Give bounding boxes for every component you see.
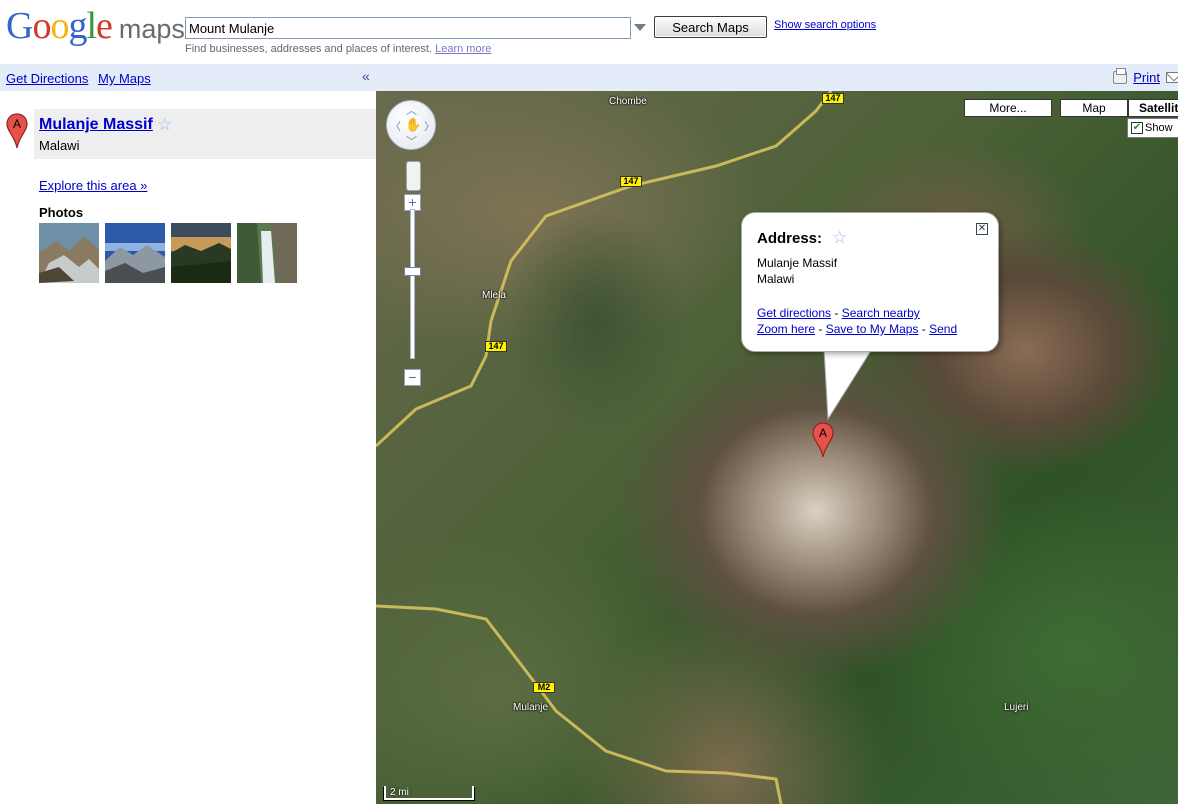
satellite-map[interactable]: Chombe Mlela Mulanje Lujeri 147 147 147 … <box>376 91 1178 804</box>
road-shield-147: 147 <box>620 176 642 187</box>
road-shield-m2: M2 <box>533 682 555 693</box>
infowindow-links-row: Zoom here - Save to My Maps - Send <box>757 322 957 336</box>
place-label-lujeri: Lujeri <box>1004 702 1029 713</box>
infowindow-links-row: Get directions - Search nearby <box>757 306 920 320</box>
toolbar-actions: Print <box>1113 68 1178 85</box>
place-label-chombe: Chombe <box>609 96 647 107</box>
logo-letter: l <box>86 5 97 47</box>
search-history-dropdown-icon[interactable] <box>634 24 646 31</box>
search-nearby-link[interactable]: Search nearby <box>842 306 920 320</box>
road-shield-147: 147 <box>822 93 844 104</box>
road-overlay <box>376 91 833 804</box>
hand-icon[interactable]: ✋ <box>405 117 421 133</box>
logo-letter: G <box>6 5 33 47</box>
photo-thumbnail-1[interactable] <box>39 223 99 283</box>
photos-heading: Photos <box>39 205 84 220</box>
print-icon[interactable] <box>1113 68 1128 84</box>
pan-left-icon[interactable]: 〈 <box>390 118 401 134</box>
place-label-mlela: Mlela <box>482 290 506 301</box>
photo-thumbnail-3[interactable] <box>171 223 231 283</box>
zoom-out-button[interactable]: − <box>404 369 421 386</box>
toolbar-links: Get Directions My Maps <box>6 71 157 86</box>
result-item[interactable]: Mulanje Massif ☆ Malawi <box>34 109 376 159</box>
header: Google maps Search Maps Show search opti… <box>0 0 1178 64</box>
zoom-here-link[interactable]: Zoom here <box>757 322 815 336</box>
logo-letter: o <box>32 5 51 47</box>
map-type-satellite-button[interactable]: Satellit <box>1128 99 1178 117</box>
zoom-slider-handle[interactable] <box>404 267 421 276</box>
separator: - <box>834 306 839 320</box>
zoom-control: + − <box>402 161 422 391</box>
star-icon[interactable]: ☆ <box>832 228 847 248</box>
photo-thumbnail-2[interactable] <box>105 223 165 283</box>
result-title-link[interactable]: Mulanje Massif <box>39 116 153 134</box>
print-link[interactable]: Print <box>1133 70 1160 85</box>
show-labels-checkbox[interactable]: ✔ Show <box>1127 118 1178 138</box>
close-icon[interactable]: ✕ <box>976 223 988 235</box>
pan-up-icon[interactable]: ︿ <box>406 102 417 118</box>
separator: - <box>921 322 926 336</box>
explore-this-area-link[interactable]: Explore this area » <box>39 178 147 193</box>
pan-down-icon[interactable]: ﹀ <box>406 133 417 149</box>
logo-letter: o <box>50 5 69 47</box>
infowindow-address-line: Mulanje Massif <box>757 256 838 270</box>
info-window: Address: ☆ ✕ Mulanje Massif Malawi Get d… <box>741 212 999 352</box>
logo-letter: e <box>96 5 113 47</box>
learn-more-link[interactable]: Learn more <box>435 43 491 55</box>
place-label-mulanje: Mulanje <box>513 702 549 713</box>
zoom-slider-track[interactable] <box>410 209 415 359</box>
toolbar: Get Directions My Maps « Print <box>0 64 1178 91</box>
search-hint: Find businesses, addresses and places of… <box>185 43 491 55</box>
my-maps-link[interactable]: My Maps <box>98 71 151 86</box>
collapse-panel-icon[interactable]: « <box>362 68 370 84</box>
search-maps-button[interactable]: Search Maps <box>654 16 767 38</box>
infowindow-tail <box>823 349 873 421</box>
logo-maps: maps <box>118 14 185 44</box>
street-view-pegman-icon[interactable] <box>406 161 421 191</box>
result-country: Malawi <box>39 138 80 153</box>
pan-control[interactable]: ︿ 〈 〉 ﹀ ✋ <box>386 100 436 150</box>
photo-thumbnail-4[interactable] <box>237 223 297 283</box>
map-type-map-button[interactable]: Map <box>1060 99 1128 117</box>
map-marker-icon[interactable]: A <box>812 422 834 458</box>
result-marker-letter: A <box>13 117 21 131</box>
infowindow-title: Address: <box>757 230 823 247</box>
get-directions-link[interactable]: Get Directions <box>6 71 88 86</box>
google-maps-logo[interactable]: Google maps <box>6 6 185 50</box>
get-directions-link[interactable]: Get directions <box>757 306 831 320</box>
search-hint-text: Find businesses, addresses and places of… <box>185 43 433 55</box>
more-button[interactable]: More... <box>964 99 1052 117</box>
send-link[interactable]: Send <box>929 322 957 336</box>
search-input[interactable] <box>185 17 631 39</box>
scale-label: 2 mi <box>390 787 409 798</box>
show-labels-label: Show <box>1145 122 1173 134</box>
save-to-my-maps-link[interactable]: Save to My Maps <box>826 322 919 336</box>
star-icon[interactable]: ☆ <box>157 115 172 135</box>
separator: - <box>818 322 823 336</box>
logo-letter: g <box>68 5 87 47</box>
checkbox-checked-icon[interactable]: ✔ <box>1131 122 1143 134</box>
pan-right-icon[interactable]: 〉 <box>424 118 435 134</box>
results-panel: A Mulanje Massif ☆ Malawi Explore this a… <box>0 91 376 804</box>
logo-google: Google <box>6 5 113 47</box>
result-marker-icon[interactable]: A <box>6 113 28 149</box>
map-marker-letter: A <box>819 426 827 440</box>
email-icon[interactable] <box>1166 72 1178 83</box>
show-search-options-link[interactable]: Show search options <box>774 19 876 31</box>
infowindow-address-line: Malawi <box>757 272 795 286</box>
road-shield-147: 147 <box>485 341 507 352</box>
